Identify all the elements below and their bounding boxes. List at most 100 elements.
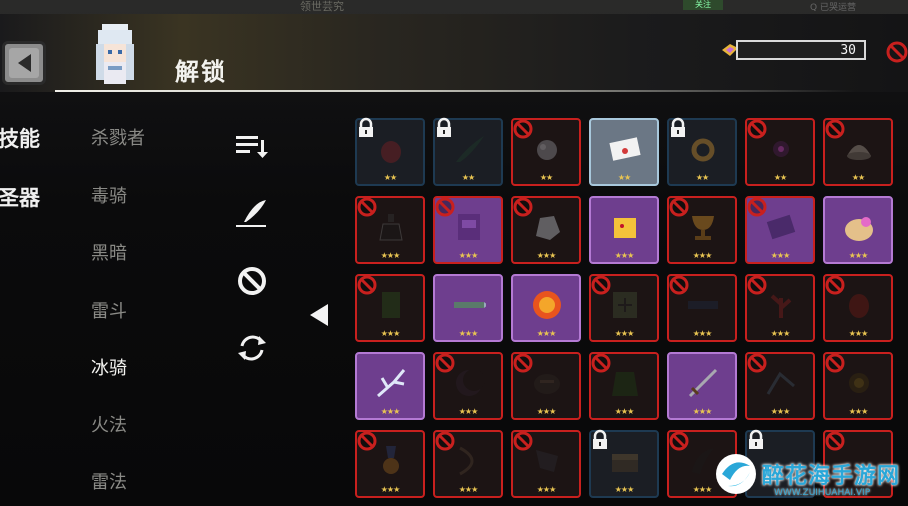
red-egg-icon [842, 288, 876, 322]
artifact-slot-stone[interactable]: ★★★ [511, 196, 581, 264]
artifact-slot-dark-orb[interactable]: ★★ [745, 118, 815, 186]
artifact-slot-grey-rock[interactable]: ★★ [511, 118, 581, 186]
artifact-slot-tome[interactable]: ★★★ [745, 196, 815, 264]
purple-pack-icon [452, 210, 486, 244]
rarity-stars: ★★★ [380, 407, 401, 416]
artifact-slot-moon[interactable]: ★★★ [433, 352, 503, 420]
dark-sack-icon [530, 366, 564, 400]
tab-skills[interactable]: 技能 [0, 123, 40, 153]
ghost-follow-button: 关注 [683, 0, 723, 10]
rarity-stars: ★★★ [770, 251, 791, 260]
banned-badge [823, 351, 847, 379]
artifact-slot-chalice[interactable]: ★★★ [667, 196, 737, 264]
rarity-stars: ★★★ [380, 485, 401, 494]
banned-badge [511, 117, 535, 145]
rarity-stars: ★★ [617, 173, 631, 182]
artifact-slot-bow[interactable]: ★★★ [433, 430, 503, 498]
grey-rock-icon [530, 132, 564, 166]
artifact-slot-cheese[interactable]: ★★★ [589, 196, 659, 264]
hero-item-thunder-mage[interactable]: 雷法 [91, 468, 127, 494]
feather-icon[interactable] [234, 196, 270, 232]
artifact-slot-map[interactable]: ★★★ [589, 274, 659, 342]
rocket-icon [452, 288, 488, 322]
artifact-slot-bag[interactable]: ★★★ [823, 196, 893, 264]
ban-filter-icon[interactable] [234, 263, 270, 299]
banned-badge [745, 273, 769, 301]
artifact-slot-purple-pack[interactable]: ★★★ [433, 196, 503, 264]
artifact-slot-potion[interactable]: ★★★ [355, 196, 425, 264]
artifact-slot-goggles[interactable]: ★★★ [667, 274, 737, 342]
map-icon [608, 288, 642, 322]
ban-icon-corner[interactable] [886, 41, 908, 63]
artifact-slot-ring[interactable]: ★★ [667, 117, 737, 186]
artifact-slot-shell[interactable]: ★★ [823, 118, 893, 186]
artifact-slot-red-pouch[interactable]: ★★ [355, 117, 425, 186]
artifact-slot-fire-orb[interactable]: ★★★ [511, 274, 581, 342]
lock-icon [359, 117, 373, 137]
rarity-stars: ★★★ [848, 251, 869, 260]
rarity-stars: ★★ [461, 173, 475, 182]
banned-icon [513, 431, 533, 451]
rarity-stars: ★★★ [536, 407, 557, 416]
sort-icon[interactable] [234, 128, 270, 164]
banned-icon [747, 275, 767, 295]
artifact-slot-cloak[interactable]: ★★★ [589, 352, 659, 420]
letter-icon [608, 132, 642, 166]
collapse-caret-icon[interactable] [308, 302, 330, 328]
rarity-stars: ★★★ [848, 407, 869, 416]
hero-item-poison-knight[interactable]: 毒骑 [91, 182, 127, 208]
back-button[interactable] [2, 41, 46, 85]
banned-badge [433, 351, 457, 379]
refresh-icon[interactable] [234, 330, 270, 366]
artifact-slot-ice-shard[interactable]: ★★★ [745, 352, 815, 420]
banned-badge [433, 429, 457, 457]
hero-item-thunder-fighter[interactable]: 雷斗 [91, 297, 127, 323]
banned-badge [511, 195, 535, 223]
currency-value: 30 [840, 43, 856, 58]
artifact-slot-dark-sack[interactable]: ★★★ [511, 352, 581, 420]
artifact-slot-rocket[interactable]: ★★★ [433, 274, 503, 342]
ice-branch-icon [374, 366, 408, 400]
banned-badge [745, 195, 769, 223]
hero-item-ice-knight[interactable]: 冰骑 [91, 354, 127, 380]
hero-item-darkness[interactable]: 黑暗 [91, 239, 127, 265]
artifact-slot-red-egg[interactable]: ★★★ [823, 274, 893, 342]
artifact-slot-claw[interactable]: ★★★ [511, 430, 581, 498]
moon-icon [452, 366, 486, 400]
cloak-icon [608, 366, 642, 400]
rarity-stars: ★★★ [614, 329, 635, 338]
rarity-stars: ★★★ [770, 329, 791, 338]
tab-artifacts[interactable]: 圣器 [0, 182, 40, 212]
artifact-slot-gold-coin[interactable]: ★★★ [823, 352, 893, 420]
banned-badge [355, 273, 379, 301]
rarity-stars: ★★★ [458, 407, 479, 416]
game-screen: 领世芸究 关注 Q 已哭运营 解锁 30 技能 圣器 杀戮者 毒骑 黑暗 雷斗 … [0, 0, 908, 506]
artifact-slot-ice-branch[interactable]: ★★★ [355, 352, 425, 420]
banned-badge [511, 429, 535, 457]
banned-badge [745, 117, 769, 145]
artifact-slot-green-leaf[interactable]: ★★★ [355, 274, 425, 342]
artifact-slot-chest[interactable]: ★★★ [589, 429, 659, 498]
hero-item-slayer[interactable]: 杀戮者 [91, 124, 145, 150]
locked-badge [589, 429, 611, 455]
rarity-stars: ★★★ [692, 407, 713, 416]
banned-badge [355, 429, 379, 457]
rarity-stars: ★★★ [536, 329, 557, 338]
sword-icon [686, 366, 720, 400]
artifact-slot-sword[interactable]: ★★★ [667, 352, 737, 420]
artifact-slot-letter[interactable]: ★★ [589, 118, 659, 186]
rarity-stars: ★★★ [458, 485, 479, 494]
artifact-slot-dark-feather[interactable]: ★★ [433, 117, 503, 186]
hero-item-fire-mage[interactable]: 火法 [91, 411, 127, 437]
ghost-search: Q 已哭运营 [810, 3, 856, 13]
medal-icon [374, 444, 408, 478]
artifact-slot-red-plant[interactable]: ★★★ [745, 274, 815, 342]
rarity-stars: ★★★ [536, 251, 557, 260]
lock-icon [593, 429, 607, 449]
rarity-stars: ★★★ [380, 329, 401, 338]
banned-badge [589, 351, 613, 379]
banned-badge [511, 351, 535, 379]
watermark-logo-icon [716, 454, 756, 494]
artifact-slot-medal[interactable]: ★★★ [355, 430, 425, 498]
ghost-title: 领世芸究 [300, 0, 344, 13]
